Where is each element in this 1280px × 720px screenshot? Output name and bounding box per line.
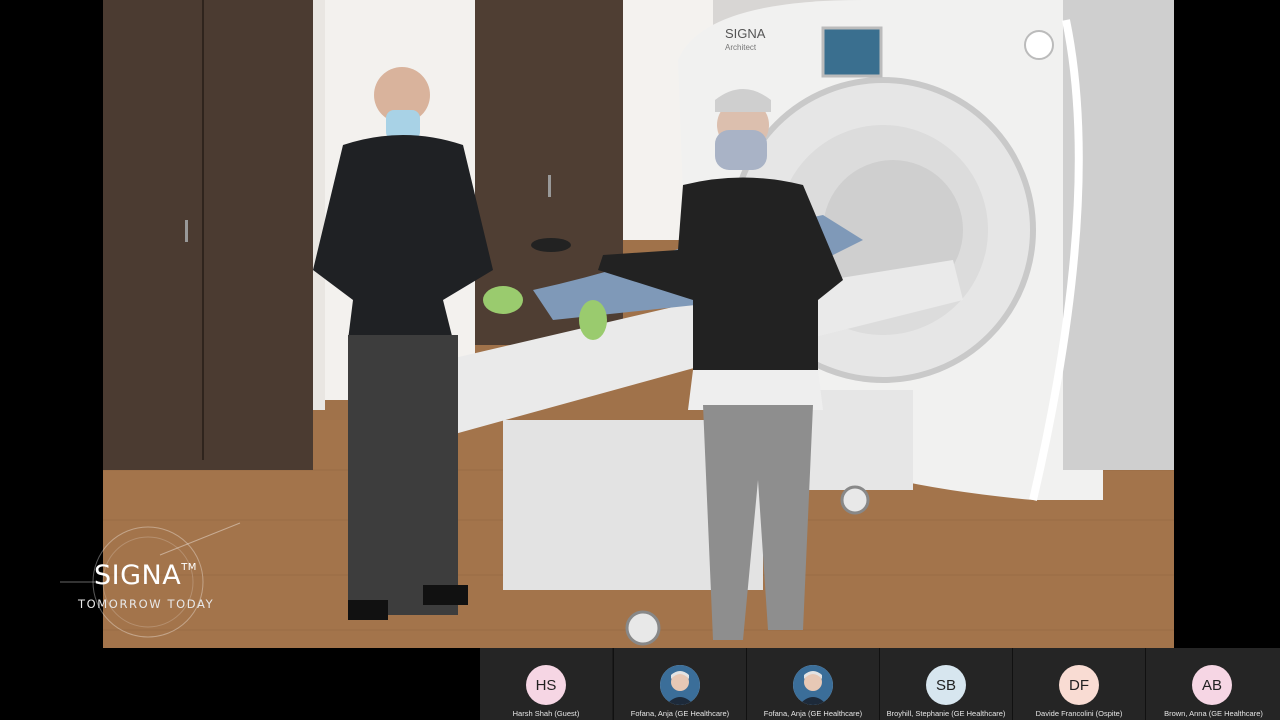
participant-name: Brown, Anna (GE Healthcare)	[1164, 709, 1263, 718]
shared-video: SIGNA Architect	[103, 0, 1174, 648]
participant-photo-avatar	[660, 665, 700, 705]
participant-tile-2[interactable]: Fofana, Anja (GE Healthcare)	[613, 648, 746, 720]
participant-tile-5[interactable]: DF Davide Francolini (Ospite)	[1012, 648, 1145, 720]
signa-watermark-tagline: TOMORROW TODAY	[78, 597, 215, 611]
participant-tile-1[interactable]: HS Harsh Shah (Guest)	[480, 648, 612, 720]
signa-title-text: SIGNA	[94, 560, 182, 591]
participant-avatar: DF	[1059, 665, 1099, 705]
trademark-symbol: TM	[181, 562, 197, 573]
participant-tile-3[interactable]: Fofana, Anja (GE Healthcare)	[746, 648, 879, 720]
participant-avatar: HS	[526, 665, 566, 705]
scanner-model-label: Architect	[725, 43, 757, 52]
participant-avatar: AB	[1192, 665, 1232, 705]
participant-avatar: SB	[926, 665, 966, 705]
participant-name: Harsh Shah (Guest)	[512, 709, 580, 718]
participant-name: Davide Francolini (Ospite)	[1035, 709, 1123, 718]
mri-room-scene: SIGNA Architect	[103, 0, 1174, 648]
person-photo-icon	[793, 665, 833, 705]
participant-tile-6[interactable]: AB Brown, Anna (GE Healthcare)	[1145, 648, 1280, 720]
participant-photo-avatar	[793, 665, 833, 705]
participant-name: Fofana, Anja (GE Healthcare)	[630, 709, 730, 718]
scanner-brand-label: SIGNA	[725, 26, 766, 41]
participant-name: Broyhill, Stephanie (GE Healthcare)	[886, 709, 1006, 718]
participant-tile-4[interactable]: SB Broyhill, Stephanie (GE Healthcare)	[879, 648, 1012, 720]
signa-watermark-title: SIGNATM	[94, 560, 197, 591]
participant-name: Fofana, Anja (GE Healthcare)	[763, 709, 863, 718]
participant-strip: HS Harsh Shah (Guest) Fofana, Anja (GE H…	[480, 648, 1280, 720]
person-photo-icon	[660, 665, 700, 705]
